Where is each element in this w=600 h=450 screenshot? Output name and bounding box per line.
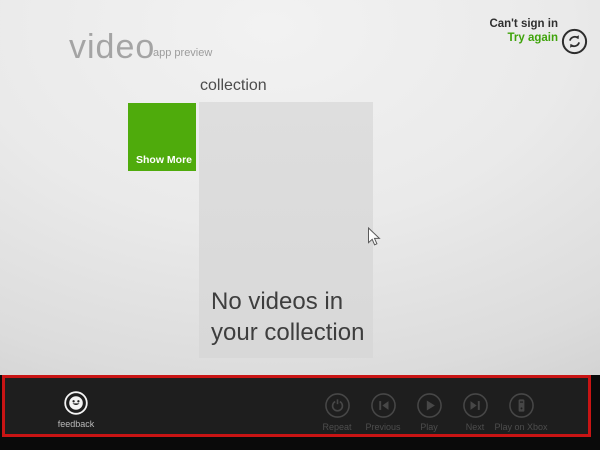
play-on-xbox-icon [508, 393, 534, 418]
transport-controls: Repeat Previous Play Next Play on Xbox [314, 378, 548, 440]
empty-collection-message: No videos in your collection [211, 286, 364, 348]
play-label: Play [420, 422, 438, 432]
repeat-label: Repeat [322, 422, 352, 432]
sync-icon [561, 28, 588, 55]
play-icon [416, 393, 442, 418]
show-more-label: Show More [136, 154, 193, 166]
empty-collection-tile: No videos in your collection [199, 102, 373, 358]
try-again-link[interactable]: Try again [489, 31, 559, 45]
repeat-icon [324, 393, 350, 418]
page-title: video [69, 28, 156, 66]
next-icon [462, 393, 488, 418]
repeat-button[interactable]: Repeat [314, 378, 360, 432]
video-app-screen: video app preview Can't sign in Try agai… [0, 0, 600, 450]
feedback-label: feedback [57, 419, 95, 429]
show-more-tile[interactable]: Show More [128, 103, 196, 171]
next-button[interactable]: Next [452, 378, 498, 432]
signin-status-text: Can't sign in [489, 18, 558, 30]
play-on-xbox-label: Play on Xbox [494, 422, 548, 432]
smiley-icon [64, 391, 88, 415]
appbar-region: feedback Repeat Previous Play Next Play … [0, 375, 600, 450]
play-on-xbox-button[interactable]: Play on Xbox [494, 378, 548, 432]
play-button[interactable]: Play [406, 378, 452, 432]
previous-icon [370, 393, 396, 418]
feedback-button[interactable]: feedback [45, 390, 107, 429]
previous-button[interactable]: Previous [360, 378, 406, 432]
previous-label: Previous [365, 422, 401, 432]
mouse-cursor [368, 227, 381, 246]
empty-message-line2: your collection [211, 319, 365, 346]
collection-section-heading: collection [200, 77, 267, 94]
app-preview-label: app preview [153, 47, 213, 59]
next-label: Next [465, 422, 485, 432]
appbar-highlight-box: feedback Repeat Previous Play Next Play … [2, 375, 591, 437]
signin-status-block: Can't sign in Try again [489, 17, 558, 45]
empty-message-line1: No videos in [211, 288, 344, 315]
sync-button[interactable] [561, 28, 588, 55]
